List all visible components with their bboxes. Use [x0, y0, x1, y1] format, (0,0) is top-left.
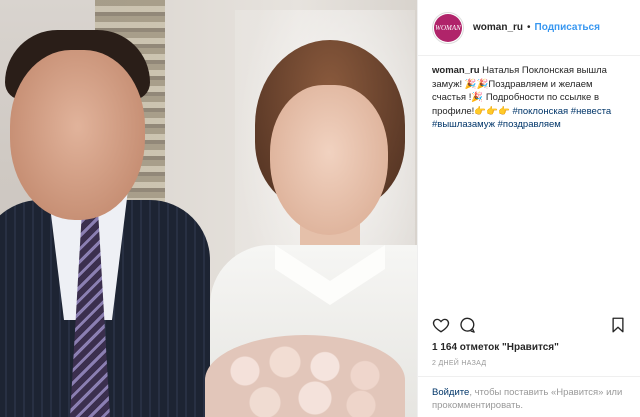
hashtag-link[interactable]: #вышлазамуж [432, 119, 495, 130]
header-username[interactable]: woman_ru [473, 22, 523, 33]
post-actions [418, 316, 640, 338]
post-side-panel: WOMAN woman_ru • Подписаться woman_ru На… [417, 0, 640, 417]
follow-button[interactable]: Подписаться [535, 22, 600, 33]
avatar-logo: WOMAN [434, 13, 462, 42]
bookmark-icon[interactable] [609, 316, 627, 334]
header-separator: • [527, 22, 531, 33]
caption-username[interactable]: woman_ru [432, 65, 480, 76]
post-photo[interactable] [0, 0, 417, 417]
heart-icon[interactable] [432, 316, 450, 334]
login-link[interactable]: Войдите [432, 387, 469, 398]
hashtag-link[interactable]: #поклонская [512, 106, 568, 117]
hashtag-link[interactable]: #поздравляем [498, 119, 561, 130]
photo-man-face [10, 50, 145, 220]
photo-woman-face [270, 85, 388, 235]
likes-count[interactable]: 1 164 отметок "Нравится" [432, 342, 559, 353]
post-timestamp: 2 ДНЕЙ НАЗАД [432, 360, 487, 367]
post-header: WOMAN woman_ru • Подписаться [418, 0, 640, 56]
photo-bouquet [205, 335, 405, 417]
login-prompt: Войдите, чтобы поставить «Нравится» или … [418, 376, 640, 417]
comment-icon[interactable] [458, 316, 476, 334]
avatar[interactable]: WOMAN [432, 11, 464, 44]
post-caption: woman_ru Наталья Поклонская вышла замуж!… [418, 56, 628, 132]
hashtag-link[interactable]: #невеста [571, 106, 611, 117]
